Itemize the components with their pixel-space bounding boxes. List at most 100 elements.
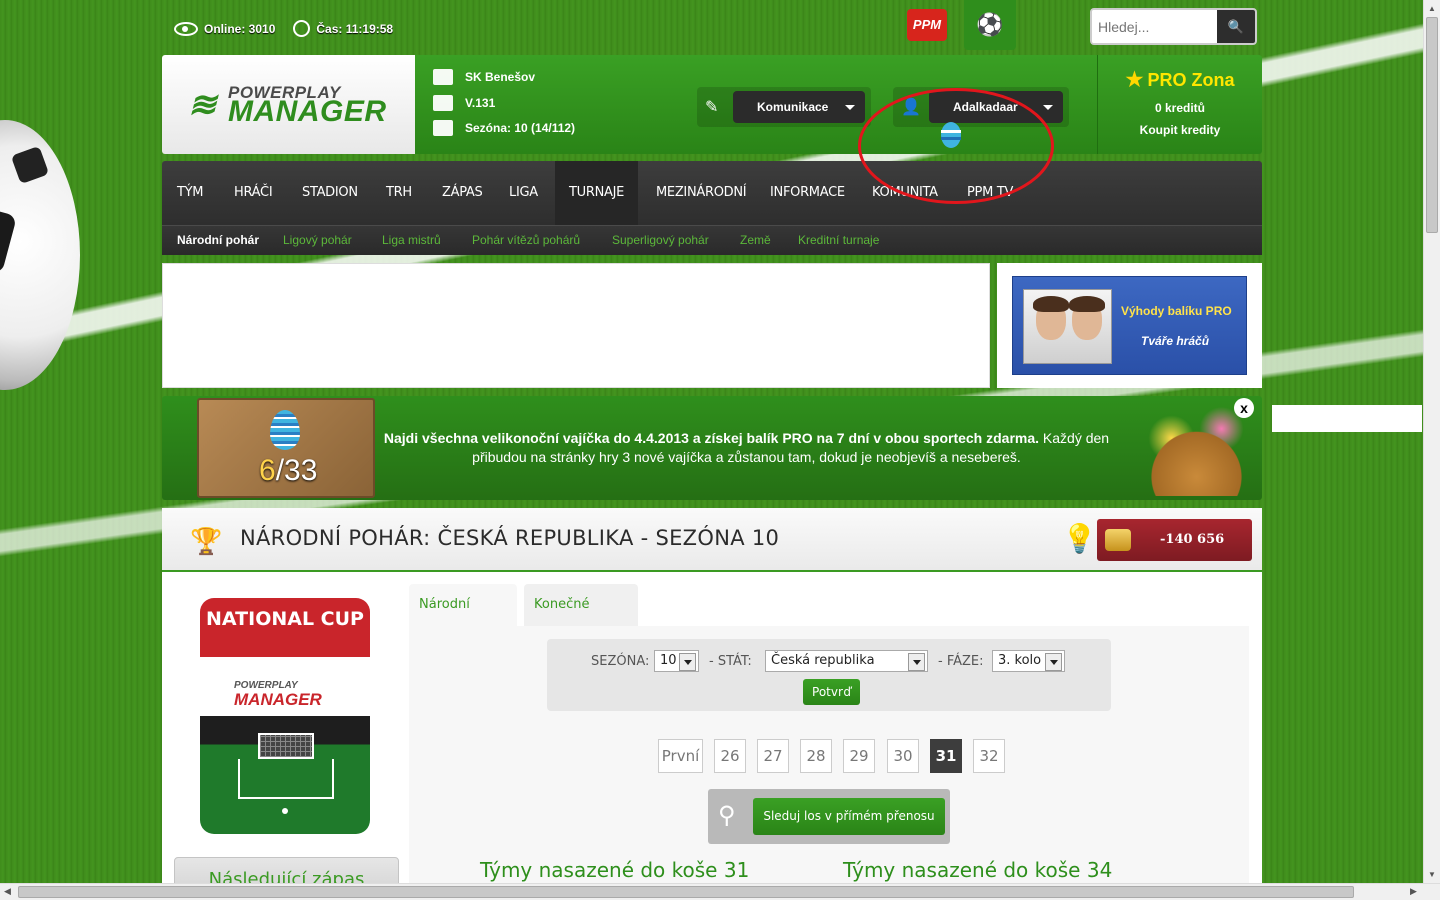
live-draw-box: ⚲ Sleduj los v přímém přenosu — [708, 789, 950, 844]
powerplay-logo[interactable]: ≋ POWERPLAY MANAGER — [162, 55, 415, 154]
subnav-league-cup[interactable]: Ligový pohár — [283, 233, 352, 247]
horizontal-scrollbar[interactable]: ◀ ▶ — [0, 883, 1440, 900]
nav-item-tournaments[interactable]: TURNAJE — [555, 161, 639, 225]
pro-package-title: Výhody balíku PRO — [1121, 304, 1232, 318]
filter-form: SEZÓNA: 10 - STÁT: Česká republika - FÁZ… — [547, 639, 1111, 711]
vertical-scroll-thumb[interactable] — [1426, 17, 1438, 233]
credits-count: 0 kreditů — [1154, 101, 1205, 115]
vertical-scrollbar[interactable]: ▲ ▼ — [1423, 0, 1440, 883]
player-faces-image — [1023, 289, 1112, 364]
status-info: Online: 3010 Čas: 11:19:58 — [174, 20, 393, 37]
server-time: Čas: 11:19:58 — [316, 21, 394, 36]
nav-item-stadium[interactable]: STADION — [302, 161, 358, 225]
nav-item-match[interactable]: ZÁPAS — [442, 161, 483, 225]
season-select[interactable]: 10 — [654, 650, 699, 672]
buy-credits-link[interactable]: Koupit kredity — [1098, 123, 1262, 137]
easter-message-bold: Najdi všechna velikonoční vajíčka do 4.4… — [383, 430, 1040, 446]
penalty-spot-icon — [282, 808, 288, 814]
whistle-icon: ⚲ — [718, 802, 736, 829]
club-version: V.131 — [465, 96, 496, 110]
pro-package-banner[interactable]: Výhody balíku PRO Tváře hráčů — [1012, 276, 1247, 375]
pro-zone: ★ PRO Zona 0 kreditů Koupit kredity — [1097, 55, 1262, 154]
soccer-player-icon: ⚽ — [976, 12, 1004, 37]
top-bar: Online: 3010 Čas: 11:19:58 PPM ⚽ 🔍 — [162, 0, 1262, 55]
page-title: NÁRODNÍ POHÁR: ČESKÁ REPUBLIKA - SEZÓNA … — [240, 526, 780, 550]
face-icon — [1033, 296, 1069, 340]
easter-message: Najdi všechna velikonoční vajíčka do 4.4… — [374, 429, 1119, 467]
money-icon — [1105, 529, 1131, 551]
subnav-cup-winners-cup[interactable]: Pohár vítězů pohárů — [472, 233, 580, 247]
confirm-button[interactable]: Potvrď — [803, 679, 860, 705]
nav-item-players[interactable]: HRÁČI — [234, 161, 273, 225]
national-cup-logo: NATIONAL CUP POWERPLAY MANAGER — [200, 598, 370, 834]
live-draw-button[interactable]: Sleduj los v přímém přenosu — [753, 798, 945, 835]
tab-final-standings[interactable]: Konečné pořadí — [524, 584, 638, 654]
face-icon — [1069, 296, 1105, 340]
search-button[interactable]: 🔍 — [1217, 10, 1255, 43]
country-select[interactable]: Česká republika — [765, 650, 928, 672]
nav-item-market[interactable]: TRH — [386, 161, 412, 225]
logo-line2: MANAGER — [228, 95, 387, 128]
nav-item-international[interactable]: MEZINÁRODNÍ — [656, 161, 747, 225]
pitch-lines-icon — [238, 759, 334, 799]
nav-item-team[interactable]: TÝM — [177, 161, 204, 225]
page-32[interactable]: 32 — [973, 739, 1005, 773]
scroll-up-icon[interactable]: ▲ — [1428, 4, 1436, 13]
club-name-row: SK Benešov — [433, 69, 535, 85]
nav-item-league[interactable]: LIGA — [509, 161, 538, 225]
pro-zone-title-row[interactable]: ★ PRO Zona — [1098, 67, 1262, 92]
page-first[interactable]: První — [658, 739, 703, 773]
nav-item-information[interactable]: INFORMACE — [770, 161, 845, 225]
pro-package-ad: Výhody balíku PRO Tváře hráčů — [997, 263, 1262, 388]
online-count: Online: 3010 — [204, 21, 276, 36]
search-box: 🔍 — [1090, 8, 1257, 45]
seeded-teams-right-heading: Týmy nasazené do koše 34 — [843, 858, 1113, 882]
scroll-down-icon[interactable]: ▼ — [1428, 870, 1436, 879]
subnav-credit-tournaments[interactable]: Kreditní turnaje — [798, 233, 879, 247]
stadium-icon — [433, 95, 453, 111]
scroll-left-icon[interactable]: ◀ — [4, 886, 11, 897]
main-nav: TÝM HRÁČI STADION TRH ZÁPAS LIGA TURNAJE… — [162, 161, 1262, 225]
page-28[interactable]: 28 — [800, 739, 832, 773]
close-banner-button[interactable]: x — [1234, 398, 1254, 418]
subnav-countries[interactable]: Země — [740, 233, 771, 247]
page-29[interactable]: 29 — [843, 739, 875, 773]
search-input[interactable] — [1092, 10, 1217, 43]
scroll-right-icon[interactable]: ▶ — [1410, 886, 1417, 897]
cup-logo-title: NATIONAL CUP — [206, 608, 364, 630]
pro-package-subtitle: Tváře hráčů — [1141, 334, 1210, 348]
communication-menu-box: ✎ Komunikace — [697, 87, 871, 127]
lightbulb-icon[interactable]: 💡 — [1062, 522, 1097, 555]
header: ≋ POWERPLAY MANAGER SK Benešov V.131 Sez… — [162, 55, 1262, 154]
page-title-bar: 🏆 NÁRODNÍ POHÁR: ČESKÁ REPUBLIKA - SEZÓN… — [162, 508, 1262, 572]
communication-dropdown[interactable]: Komunikace — [733, 91, 865, 123]
page-26[interactable]: 26 — [714, 739, 746, 773]
star-icon: ★ — [1125, 69, 1144, 91]
soccer-ball-background — [0, 120, 80, 390]
phase-label: - FÁZE: — [938, 654, 984, 669]
search-icon: 🔍 — [1227, 19, 1245, 34]
page-31[interactable]: 31 — [930, 739, 962, 773]
clock-icon — [293, 20, 311, 37]
hidden-easter-egg-icon[interactable] — [940, 120, 962, 148]
ppm-sport-button[interactable]: PPM — [907, 9, 947, 41]
trophy-icon: 🏆 — [190, 526, 223, 556]
sub-nav: Národní pohár Ligový pohár Liga mistrů P… — [162, 225, 1262, 255]
phase-select[interactable]: 3. kolo — [992, 650, 1065, 672]
cup-logo-brand2: MANAGER — [234, 690, 322, 709]
subnav-national-cup[interactable]: Národní pohár — [177, 233, 259, 247]
page-30[interactable]: 30 — [887, 739, 919, 773]
goal-icon — [258, 733, 314, 759]
egg-counter: 6/33 — [259, 454, 317, 488]
easter-banner: 6/33 Najdi všechna velikonoční vajíčka d… — [162, 396, 1262, 500]
club-name[interactable]: SK Benešov — [465, 70, 535, 84]
calendar-icon — [433, 120, 453, 136]
subnav-champions-league[interactable]: Liga mistrů — [382, 233, 441, 247]
soccer-sport-button[interactable]: ⚽ — [964, 0, 1016, 50]
page-27[interactable]: 27 — [757, 739, 789, 773]
main-content: 🏆 NÁRODNÍ POHÁR: ČESKÁ REPUBLIKA - SEZÓN… — [162, 508, 1262, 900]
subnav-superleague-cup[interactable]: Superligový pohár — [612, 233, 709, 247]
balance-button[interactable]: -140 656 — [1097, 519, 1252, 561]
horizontal-scroll-thumb[interactable] — [18, 886, 1354, 898]
tab-national-cup[interactable]: Národní pohár — [409, 584, 517, 654]
